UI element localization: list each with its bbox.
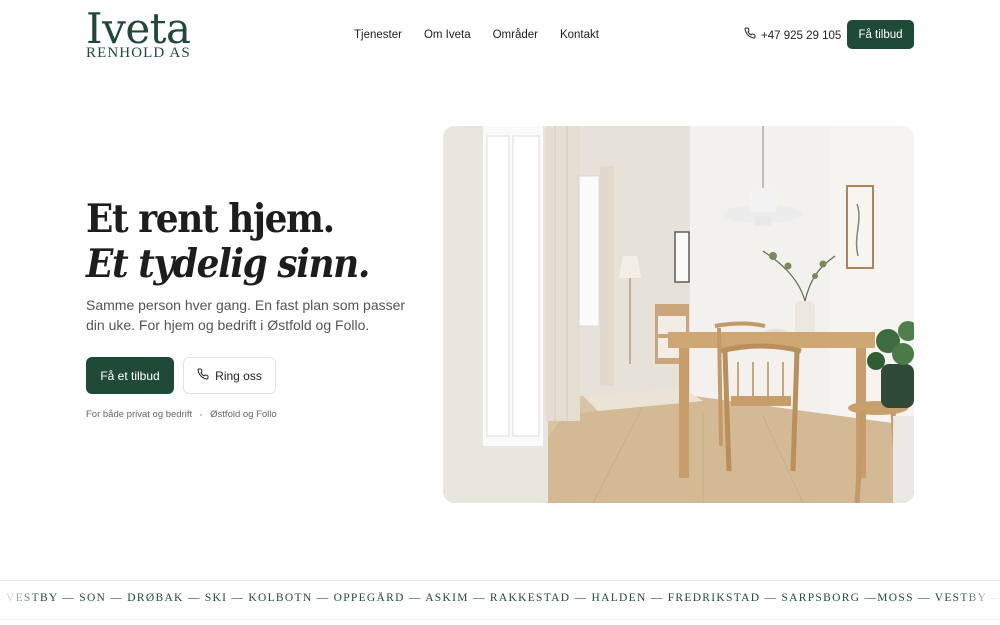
hero-subtext: Samme person hver gang. En fast plan som…	[86, 297, 406, 333]
tag-private-business: For både privat og bedrift	[86, 409, 193, 420]
main-nav: Tjenester Om Iveta Områder Kontakt	[354, 27, 599, 43]
nav-item-om-iveta[interactable]: Om Iveta	[424, 27, 471, 43]
phone-icon	[197, 368, 209, 383]
nav-item-tjenester[interactable]: Tjenester	[354, 27, 402, 43]
ticker-divider	[0, 580, 1000, 581]
header-phone-link[interactable]: +47 925 29 105	[744, 27, 841, 44]
site-header: Iveta RENHOLD AS Tjenester Om Iveta Områ…	[0, 0, 1000, 70]
get-quote-button[interactable]: Få et tilbud	[86, 357, 174, 394]
nav-item-omrader[interactable]: Områder	[493, 27, 538, 43]
nav-item-kontakt[interactable]: Kontakt	[560, 27, 599, 43]
header-quote-button[interactable]: Få tilbud	[847, 20, 914, 49]
ticker-fade-right	[960, 585, 1000, 613]
hero-headline-line1: Et rent hjem.	[86, 196, 335, 242]
hero-headline-line2: Et tydelig sinn.	[86, 241, 370, 287]
hero-headline: Et rent hjem. Et tydelig sinn.	[86, 196, 394, 286]
logo-subtitle: RENHOLD AS	[86, 45, 191, 61]
header-phone-number: +47 925 29 105	[761, 29, 842, 42]
ticker-text: VESTBY — SON — DRØBAK — SKI — KOLBOTN — …	[6, 592, 1000, 604]
areas-ticker: VESTBY — SON — DRØBAK — SKI — KOLBOTN — …	[0, 592, 1000, 608]
call-us-button[interactable]: Ring oss	[183, 357, 276, 394]
brand-logo[interactable]: Iveta RENHOLD AS	[86, 6, 196, 62]
ticker-fade-left	[0, 585, 40, 613]
section-divider	[0, 619, 1000, 620]
tag-separator	[200, 414, 203, 416]
call-us-label: Ring oss	[215, 368, 262, 383]
hero-tags: For både privat og bedrift Østfold og Fo…	[86, 409, 277, 421]
hero-image	[443, 126, 914, 503]
tag-region: Østfold og Follo	[210, 409, 277, 420]
phone-icon	[744, 27, 756, 44]
